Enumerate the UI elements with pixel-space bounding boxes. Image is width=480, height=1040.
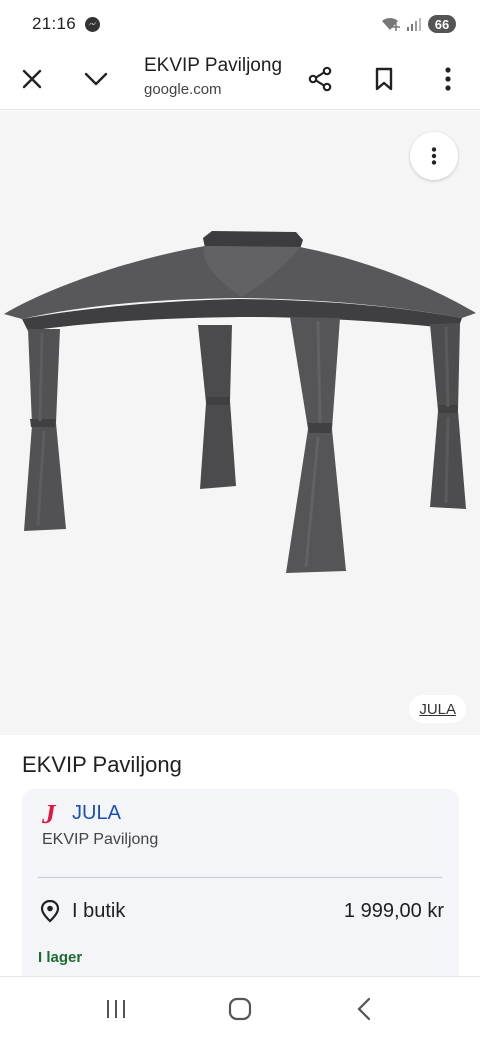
signal-icon [407,18,421,31]
browser-top-bar: EKVIP Paviljong google.com [0,48,480,110]
battery-indicator: 66 [428,15,456,33]
system-nav-bar [0,976,480,1040]
close-button[interactable] [8,55,56,103]
image-source-link[interactable]: JULA [409,695,466,723]
product-image-area[interactable]: JULA [0,111,480,735]
status-icons: 66 [380,15,456,33]
more-vert-icon [431,147,437,165]
wifi-icon [382,17,400,31]
more-vert-icon [445,67,451,91]
product-title: EKVIP Paviljong [22,752,182,777]
share-icon [308,66,332,92]
menu-button[interactable] [424,55,472,103]
home-icon [228,997,252,1020]
messenger-icon [85,16,101,32]
page-title: EKVIP Paviljong [144,55,283,76]
stock-status: I lager [38,949,83,966]
image-more-button[interactable] [410,132,458,180]
status-bar: 21:16 66 [0,0,480,48]
location-pin-icon [40,899,60,923]
store-label: I butik [72,899,126,922]
seller-row[interactable]: J JULA [42,798,121,829]
card-divider [38,877,442,878]
store-availability-row: I butik 1 999,00 kr [40,899,444,923]
offer-card[interactable]: J JULA EKVIP Paviljong I butik 1 999,00 … [22,789,459,989]
price: 1 999,00 kr [343,899,444,922]
offer-product-name: EKVIP Paviljong [42,831,159,848]
seller-name-link[interactable]: JULA [72,802,121,825]
minimize-button[interactable] [72,55,120,103]
recents-icon [107,999,125,1018]
page-host: google.com [144,81,222,98]
chevron-down-icon [84,72,108,86]
status-time: 21:16 [32,14,77,33]
recents-button[interactable] [92,985,140,1033]
home-button[interactable] [216,985,264,1033]
page-title-block: EKVIP Paviljong google.com [144,54,294,100]
bookmark-icon [375,67,393,91]
back-button[interactable] [340,985,388,1033]
seller-logo: J [42,798,56,829]
close-icon [22,69,42,89]
back-icon [357,997,371,1020]
bookmark-button[interactable] [360,55,408,103]
share-button[interactable] [296,55,344,103]
gazebo-image [4,231,476,573]
